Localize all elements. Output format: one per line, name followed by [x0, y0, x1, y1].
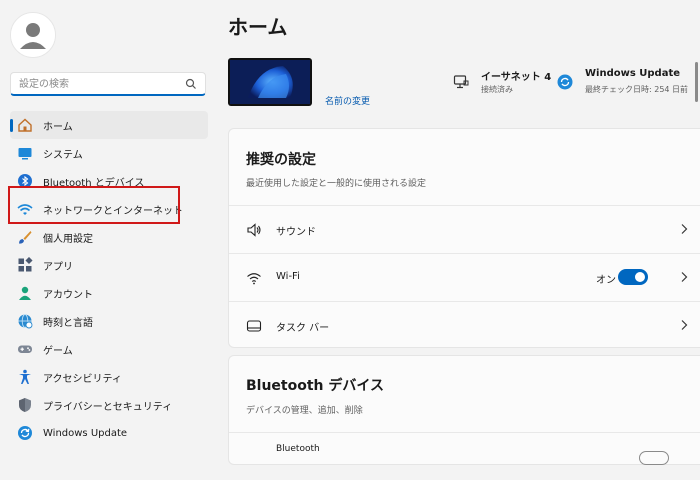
rename-link[interactable]: 名前の変更 — [325, 94, 370, 107]
update-icon — [17, 425, 33, 441]
sidebar: ホーム システム Bluetooth とデバイス ネットワークとインターネット … — [0, 0, 215, 450]
wallpaper-image — [230, 60, 310, 104]
gamepad-icon — [17, 341, 33, 357]
sidebar-item-accessibility[interactable]: アクセシビリティ — [10, 363, 208, 391]
search-box[interactable] — [10, 72, 206, 96]
recommended-title: 推奨の設定 — [246, 152, 316, 168]
accessibility-icon — [17, 369, 33, 385]
person-icon — [11, 13, 55, 57]
wifi-row[interactable]: Wi-Fi オン — [229, 253, 700, 301]
toggle-knob — [635, 272, 645, 282]
sidebar-item-apps[interactable]: アプリ — [10, 251, 208, 279]
chevron-right-icon — [681, 224, 688, 234]
sidebar-item-label: 個人用設定 — [43, 233, 93, 245]
bluetooth-subtitle: デバイスの管理、追加、削除 — [246, 406, 363, 416]
sidebar-item-privacy[interactable]: プライバシーとセキュリティ — [10, 391, 208, 419]
update-icon — [557, 74, 573, 90]
search-icon[interactable] — [185, 78, 197, 90]
sidebar-item-label: Windows Update — [43, 427, 128, 439]
scrollbar[interactable] — [695, 62, 698, 102]
taskbar-row[interactable]: タスク バー — [229, 301, 700, 349]
page-title: ホーム — [228, 15, 288, 39]
home-icon — [17, 117, 33, 133]
system-icon — [17, 145, 33, 161]
account-icon — [17, 285, 33, 301]
user-avatar[interactable] — [10, 12, 56, 58]
sidebar-item-home[interactable]: ホーム — [10, 111, 208, 139]
sidebar-item-label: システム — [43, 149, 83, 161]
shield-icon — [17, 397, 33, 413]
sidebar-item-system[interactable]: システム — [10, 139, 208, 167]
sidebar-item-accounts[interactable]: アカウント — [10, 279, 208, 307]
windows-update-subtitle: 最終チェック日時: 254 日前 — [585, 85, 689, 94]
chevron-right-icon — [681, 320, 688, 330]
recommended-settings-card: 推奨の設定 最近使用した設定と一般的に使用される設定 サウンド Wi-Fi オン… — [228, 128, 700, 348]
wifi-label: Wi-Fi — [276, 271, 300, 282]
wifi-toggle-label: オン — [596, 275, 616, 286]
sidebar-item-label: アクセシビリティ — [43, 373, 122, 385]
recommended-subtitle: 最近使用した設定と一般的に使用される設定 — [246, 179, 427, 189]
brush-icon — [17, 229, 33, 245]
selection-indicator — [10, 119, 13, 132]
sidebar-item-label: プライバシーとセキュリティ — [43, 401, 173, 413]
chevron-right-icon — [681, 272, 688, 282]
globe-clock-icon — [17, 313, 33, 329]
windows-update-title: Windows Update — [585, 68, 681, 79]
search-input[interactable] — [19, 76, 179, 92]
sidebar-item-windows-update[interactable]: Windows Update — [10, 419, 208, 447]
speaker-icon — [246, 222, 262, 238]
sidebar-item-label: 時刻と言語 — [43, 317, 93, 329]
sidebar-item-label: アプリ — [43, 261, 73, 273]
bluetooth-row-label: Bluetooth — [276, 444, 320, 454]
annotation-highlight-box — [8, 186, 180, 224]
wifi-icon — [246, 270, 262, 286]
apps-icon — [17, 257, 33, 273]
bluetooth-row[interactable]: Bluetooth — [229, 432, 700, 480]
taskbar-label: タスク バー — [276, 323, 330, 334]
bluetooth-title: Bluetooth デバイス — [246, 378, 384, 394]
bluetooth-devices-card: Bluetooth デバイス デバイスの管理、追加、削除 Bluetooth — [228, 355, 700, 465]
sidebar-item-label: アカウント — [43, 289, 93, 301]
bluetooth-toggle[interactable] — [639, 451, 669, 465]
sidebar-item-personalization[interactable]: 個人用設定 — [10, 223, 208, 251]
sidebar-item-time-language[interactable]: 時刻と言語 — [10, 307, 208, 335]
sidebar-item-label: ゲーム — [43, 345, 73, 357]
main-content: ホーム 名前の変更 イーサネット 4 接続済み Windows Update 最… — [215, 0, 700, 465]
ethernet-title: イーサネット 4 — [481, 72, 552, 83]
device-thumbnail — [228, 58, 312, 106]
sound-label: サウンド — [276, 227, 316, 238]
sound-row[interactable]: サウンド — [229, 205, 700, 253]
wifi-toggle[interactable] — [618, 269, 648, 285]
ethernet-icon — [453, 75, 469, 89]
sidebar-nav: ホーム システム Bluetooth とデバイス ネットワークとインターネット … — [10, 111, 208, 447]
sidebar-item-label: ホーム — [43, 121, 73, 133]
taskbar-icon — [246, 318, 262, 334]
sidebar-item-gaming[interactable]: ゲーム — [10, 335, 208, 363]
ethernet-subtitle: 接続済み — [481, 85, 513, 94]
